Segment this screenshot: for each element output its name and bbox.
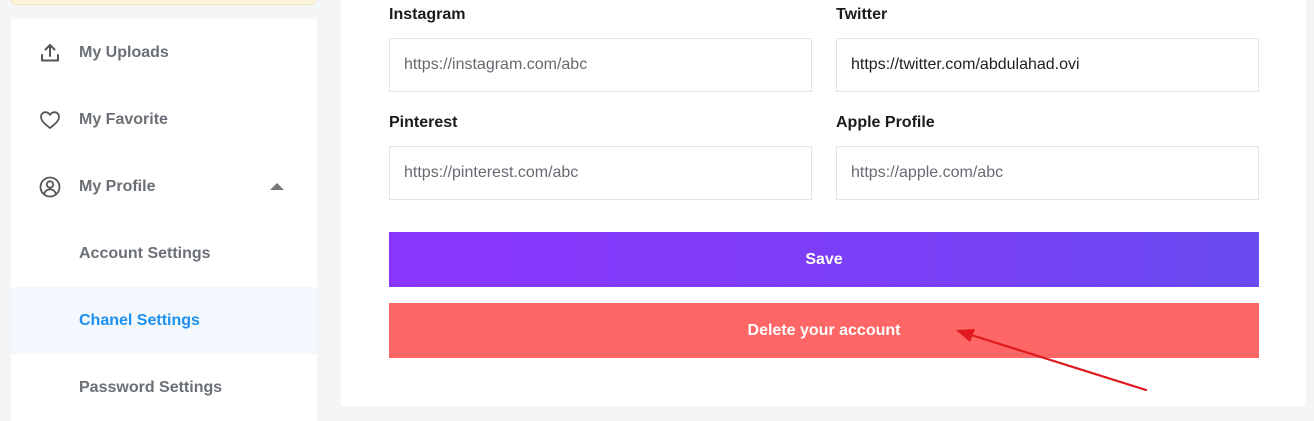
twitter-input[interactable]: [836, 38, 1259, 92]
sidebar-item-label: Account Settings: [79, 244, 211, 262]
sidebar-item-my-uploads[interactable]: My Uploads: [11, 19, 317, 86]
caret-up-icon[interactable]: [270, 183, 284, 190]
sidebar-item-account-settings[interactable]: Account Settings: [11, 220, 317, 287]
save-button[interactable]: Save: [389, 232, 1259, 287]
apple-profile-label: Apple Profile: [836, 114, 935, 131]
instagram-input[interactable]: [389, 38, 812, 92]
sidebar-item-label: Password Settings: [79, 378, 223, 396]
sidebar-item-my-favorite[interactable]: My Favorite: [11, 86, 317, 153]
sidebar-item-password-settings[interactable]: Password Settings: [11, 354, 317, 421]
sidebar-item-label: Chanel Settings: [79, 311, 200, 329]
channel-settings-card: Instagram Twitter Pinterest Apple Profil…: [341, 0, 1306, 406]
pinterest-label: Pinterest: [389, 114, 458, 131]
pinterest-input[interactable]: [389, 146, 812, 200]
sidebar-item-label: My Favorite: [79, 110, 168, 128]
upload-icon: [39, 42, 61, 64]
sidebar: My Uploads My Favorite My Profile Accoun…: [11, 19, 317, 421]
heart-icon: [39, 109, 61, 131]
sidebar-item-my-profile[interactable]: My Profile: [11, 153, 317, 220]
notice-banner: [11, 0, 316, 5]
instagram-label: Instagram: [389, 6, 466, 23]
apple-profile-input[interactable]: [836, 146, 1259, 200]
sidebar-item-label: My Profile: [79, 177, 156, 195]
sidebar-item-label: My Uploads: [79, 43, 169, 61]
user-circle-icon: [39, 176, 61, 198]
delete-account-button[interactable]: Delete your account: [389, 303, 1259, 358]
twitter-label: Twitter: [836, 6, 888, 23]
sidebar-item-chanel-settings[interactable]: Chanel Settings: [11, 287, 317, 354]
